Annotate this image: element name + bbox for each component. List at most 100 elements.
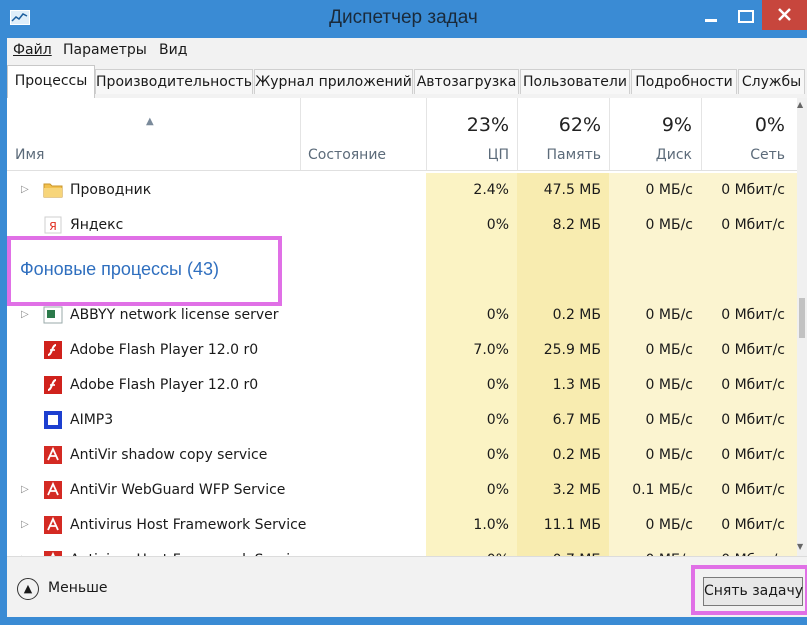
process-list: ▷ Проводник 2.4% 47.5 МБ 0 МБ/с 0 Мбит/с Я Янде… (7, 171, 797, 556)
cpu-value: 0% (426, 543, 517, 556)
menu-bar: Файл Параметры Вид (7, 38, 807, 64)
tab-services[interactable]: Службы (738, 69, 805, 94)
close-button[interactable] (762, 0, 807, 30)
process-row[interactable]: ▷ AntiVir WebGuard WFP Service 0% 3.2 МБ 0.1… (7, 473, 797, 508)
process-row[interactable]: AntiVir shadow copy service 0% 0.2 МБ 0 МБ/… (7, 438, 797, 473)
column-status[interactable]: Состояние (308, 147, 386, 163)
tab-startup[interactable]: Автозагрузка (414, 69, 519, 94)
column-header: ▲ Имя Состояние 23% ЦП 62% Память 9% Дис… (7, 98, 797, 170)
cpu-value: 7.0% (426, 333, 517, 368)
process-row[interactable]: ▷ Проводник 2.4% 47.5 МБ 0 МБ/с 0 Мбит/с (7, 173, 797, 208)
tab-performance[interactable]: Производительность (95, 69, 253, 94)
cpu-value: 0% (426, 473, 517, 508)
window-frame-bottom (0, 617, 807, 625)
menu-view[interactable]: Вид (159, 42, 187, 58)
network-value: 0 Мбит/с (701, 508, 797, 543)
menu-options[interactable]: Параметры (63, 42, 147, 58)
svg-text:Я: Я (49, 220, 57, 233)
memory-cell-empty (517, 243, 609, 298)
process-row[interactable]: ▷Antivirus Host Framework Service0%0.7 М… (7, 543, 797, 556)
footer-bar: ▲ Меньше Снять задачу (7, 556, 807, 618)
end-task-button[interactable]: Снять задачу (703, 577, 803, 606)
end-task-highlight: Снять задачу (691, 565, 807, 615)
process-name: Adobe Flash Player 12.0 r0 (70, 377, 259, 393)
sort-arrow-icon: ▲ (146, 116, 154, 127)
disk-value: 0 МБ/с (609, 173, 701, 208)
abbyy-icon (43, 306, 63, 324)
expand-chevron-icon[interactable]: ▷ (21, 519, 29, 530)
folder-icon (43, 181, 63, 199)
maximize-button[interactable] (733, 6, 759, 28)
disk-value: 0 МБ/с (609, 368, 701, 403)
net-total: 0% (754, 114, 785, 136)
chevron-up-icon: ▲ (17, 578, 39, 600)
tab-details[interactable]: Подробности (631, 69, 737, 94)
memory-value: 6.7 МБ (517, 403, 609, 438)
tab-app-history[interactable]: Журнал приложений (254, 69, 413, 94)
scroll-up-icon[interactable]: ▲ (797, 100, 803, 109)
scroll-down-icon[interactable]: ▼ (797, 542, 803, 551)
process-row[interactable]: AIMP3 0% 6.7 МБ 0 МБ/с 0 Мбит/с (7, 403, 797, 438)
column-memory[interactable]: Память (547, 147, 602, 163)
cpu-value: 0% (426, 368, 517, 403)
memory-value: 0.2 МБ (517, 298, 609, 333)
column-divider[interactable] (701, 98, 702, 170)
process-row[interactable]: Adobe Flash Player 12.0 r0 0% 1.3 МБ 0 МБ/с… (7, 368, 797, 403)
avira-icon (43, 481, 63, 499)
memory-value: 0.7 МБ (517, 543, 609, 556)
vertical-scrollbar[interactable]: ▲ ▼ (797, 98, 807, 556)
group-title-highlight (7, 236, 282, 306)
network-value: 0 Мбит/с (701, 208, 797, 243)
minimize-button[interactable] (698, 6, 724, 28)
flash-icon (43, 376, 63, 394)
disk-value: 0 МБ/с (609, 298, 701, 333)
column-disk[interactable]: Диск (656, 147, 692, 163)
column-divider[interactable] (517, 98, 518, 170)
disk-value: 0 МБ/с (609, 543, 701, 556)
memory-value: 8.2 МБ (517, 208, 609, 243)
network-value: 0 Мбит/с (701, 403, 797, 438)
process-name: Antivirus Host Framework Service (70, 543, 306, 556)
yandex-icon: Я (43, 216, 63, 234)
column-network[interactable]: Сеть (750, 147, 785, 163)
network-value: 0 Мбит/с (701, 333, 797, 368)
expand-chevron-icon[interactable]: ▷ (21, 484, 29, 495)
flash-icon (43, 341, 63, 359)
expand-chevron-icon[interactable]: ▷ (21, 309, 29, 320)
memory-total: 62% (558, 114, 601, 136)
disk-value: 0.1 МБ/с (609, 473, 701, 508)
column-divider[interactable] (609, 98, 610, 170)
fewer-details-label: Меньше (48, 580, 108, 596)
memory-value: 3.2 МБ (517, 473, 609, 508)
scroll-thumb[interactable] (799, 298, 805, 338)
fewer-details-button[interactable]: ▲ Меньше (17, 578, 137, 602)
column-cpu[interactable]: ЦП (488, 147, 509, 163)
column-divider[interactable] (300, 98, 301, 170)
column-name[interactable]: Имя (15, 147, 44, 163)
tab-processes[interactable]: Процессы (7, 65, 95, 99)
column-divider[interactable] (426, 98, 427, 170)
process-row[interactable]: Adobe Flash Player 12.0 r0 7.0% 25.9 МБ 0 М… (7, 333, 797, 368)
memory-value: 47.5 МБ (517, 173, 609, 208)
window-title: Диспетчер задач (329, 7, 478, 28)
network-value: 0 Мбит/с (701, 368, 797, 403)
cpu-cell-empty (426, 243, 517, 298)
disk-value: 0 МБ/с (609, 403, 701, 438)
avira-icon (43, 446, 63, 464)
network-cell-empty (701, 243, 797, 298)
cpu-value: 0% (426, 403, 517, 438)
close-icon (778, 8, 791, 21)
process-name: AntiVir WebGuard WFP Service (70, 482, 286, 498)
process-row[interactable]: ▷ Antivirus Host Framework Service 1.0% 11.… (7, 508, 797, 543)
window-body: Файл Параметры Вид Процессы Производител… (7, 38, 807, 618)
expand-chevron-icon[interactable]: ▷ (21, 184, 29, 195)
cpu-value: 1.0% (426, 508, 517, 543)
cpu-total: 23% (466, 114, 509, 136)
disk-value: 0 МБ/с (609, 333, 701, 368)
memory-value: 11.1 МБ (517, 508, 609, 543)
network-value: 0 Мбит/с (701, 473, 797, 508)
menu-file[interactable]: Файл (13, 42, 52, 58)
memory-value: 25.9 МБ (517, 333, 609, 368)
process-name: Adobe Flash Player 12.0 r0 (70, 342, 259, 358)
tab-users[interactable]: Пользователи (520, 69, 630, 94)
